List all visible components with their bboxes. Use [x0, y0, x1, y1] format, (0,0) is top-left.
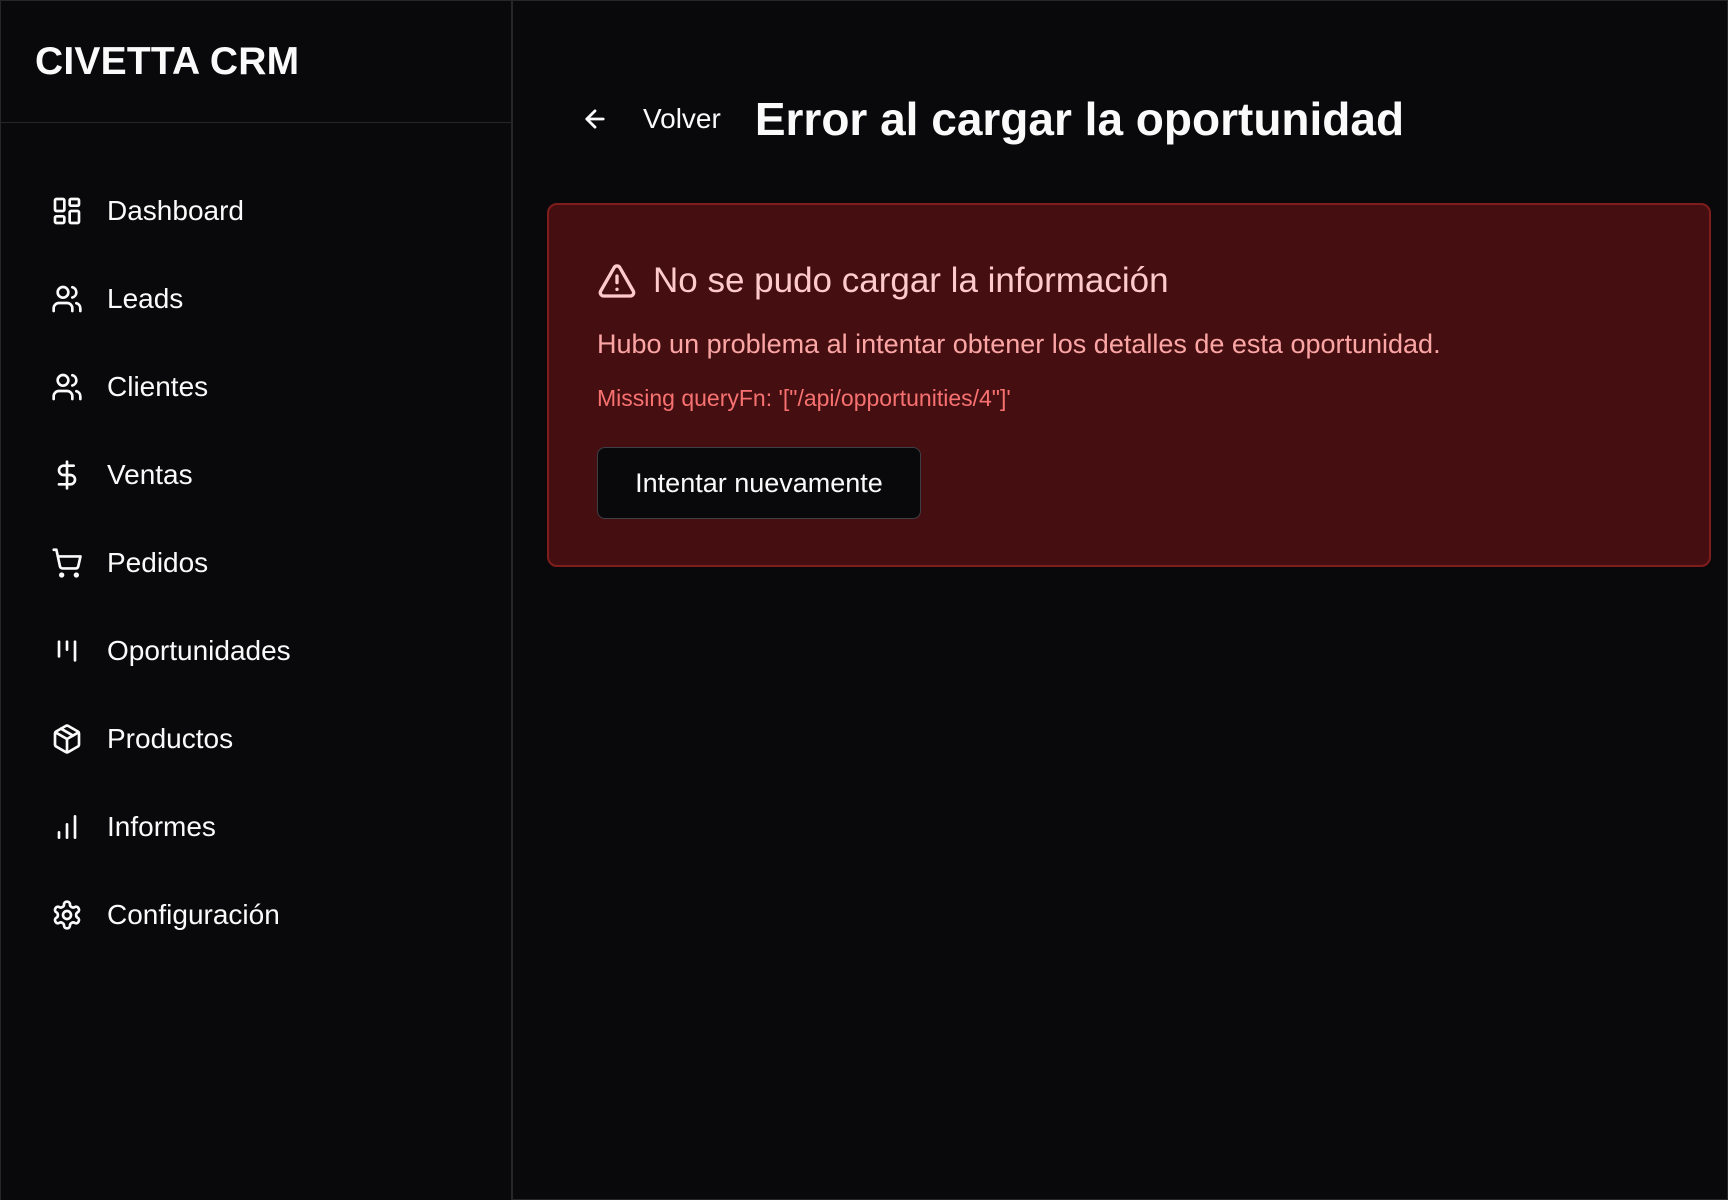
sidebar-item-label: Dashboard	[107, 195, 244, 226]
cart-icon	[51, 547, 83, 579]
back-button[interactable]: Volver	[571, 87, 731, 151]
error-title: No se pudo cargar la información	[653, 261, 1169, 300]
arrow-left-icon	[585, 109, 605, 129]
brand-name: CIVETTA CRM	[35, 39, 300, 83]
dollar-icon	[51, 459, 83, 491]
sidebar-item-dashboard[interactable]: Dashboard	[1, 167, 511, 255]
error-detail: Missing queryFn: '["/api/opportunities/4…	[597, 385, 1011, 411]
sidebar-item-label: Configuración	[107, 899, 280, 930]
app-window: CIVETTA CRM Dashboard Leads Clientes Ven…	[0, 0, 1728, 1200]
sidebar-item-oportunidades[interactable]: Oportunidades	[1, 607, 511, 695]
sidebar-item-ventas[interactable]: Ventas	[1, 431, 511, 519]
sidebar-item-label: Pedidos	[107, 547, 209, 578]
settings-icon	[51, 899, 83, 931]
sidebar-item-clientes[interactable]: Clientes	[1, 343, 511, 431]
sidebar-item-label: Leads	[107, 283, 184, 314]
main-content: Volver Error al cargar la oportunidad No…	[515, 1, 1727, 1200]
sidebar-item-label: Productos	[107, 723, 234, 754]
sidebar-item-productos[interactable]: Productos	[1, 695, 511, 783]
sidebar-item-configuracion[interactable]: Configuración	[1, 871, 511, 959]
page-header: Volver Error al cargar la oportunidad	[571, 87, 1404, 151]
package-icon	[51, 723, 83, 755]
sidebar: CIVETTA CRM Dashboard Leads Clientes Ven…	[1, 1, 513, 1200]
sidebar-item-informes[interactable]: Informes	[1, 783, 511, 871]
sidebar-item-label: Informes	[107, 811, 216, 842]
sidebar-item-label: Clientes	[107, 371, 209, 402]
users-icon	[51, 371, 83, 403]
sidebar-item-label: Ventas	[107, 459, 193, 490]
error-header: No se pudo cargar la información	[597, 261, 1169, 301]
alert-triangle-icon	[598, 264, 636, 298]
error-description: Hubo un problema al intentar obtener los…	[597, 329, 1441, 359]
dashboard-icon	[51, 195, 83, 227]
sidebar-nav: Dashboard Leads Clientes Ventas Pedidos …	[1, 123, 511, 959]
kanban-icon	[51, 635, 83, 667]
sidebar-item-label: Oportunidades	[107, 635, 291, 666]
sidebar-item-leads[interactable]: Leads	[1, 255, 511, 343]
brand-header: CIVETTA CRM	[1, 1, 511, 123]
error-alert: No se pudo cargar la información Hubo un…	[547, 203, 1711, 567]
back-label: Volver	[643, 103, 721, 134]
retry-button[interactable]: Intentar nuevamente	[597, 447, 921, 519]
users-icon	[51, 283, 83, 315]
page-title: Error al cargar la oportunidad	[754, 93, 1405, 145]
sidebar-item-pedidos[interactable]: Pedidos	[1, 519, 511, 607]
bar-chart-icon	[51, 811, 83, 843]
